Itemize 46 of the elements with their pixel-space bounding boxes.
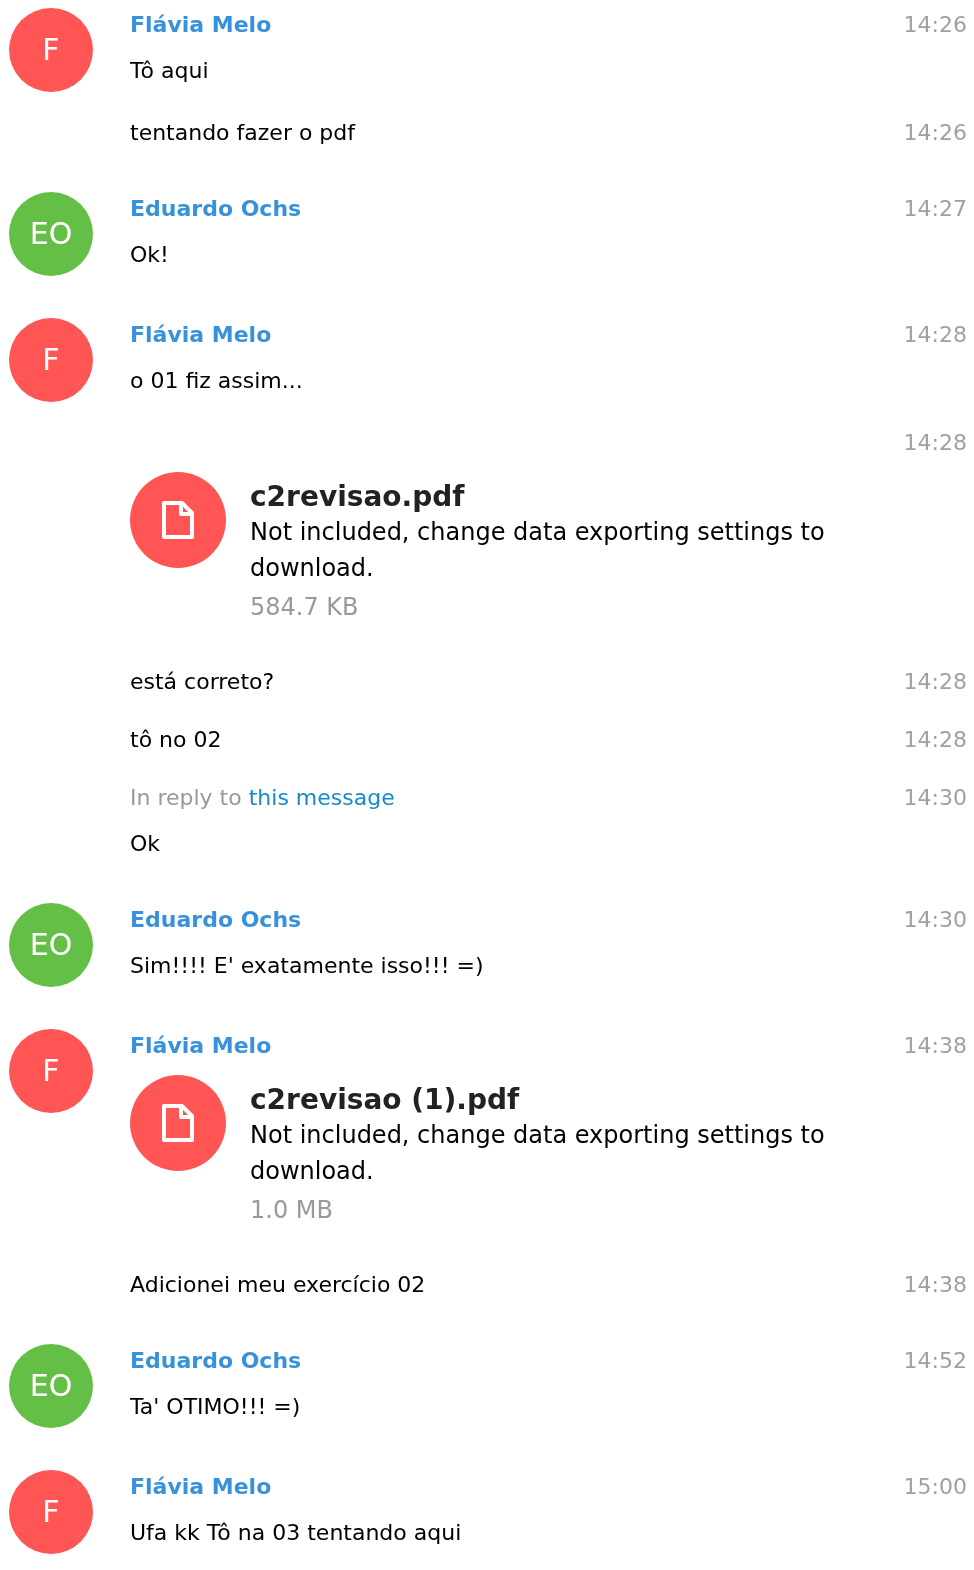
message-text: Tô aqui <box>130 57 210 85</box>
avatar-circle: EO <box>9 903 93 987</box>
message-link[interactable]: this message <box>248 785 395 810</box>
file-name: c2revisao.pdf <box>250 480 466 514</box>
sender-name: Eduardo Ochs <box>130 1347 302 1375</box>
message-time: 14:38 <box>903 1271 967 1299</box>
message-time: 14:28 <box>903 668 967 696</box>
sender-name: Eduardo Ochs <box>130 906 302 934</box>
message-text: Sim!!!! E' exatamente isso!!! =) <box>130 952 485 980</box>
sender-name: Flávia Melo <box>130 11 272 39</box>
message-time: 14:30 <box>903 906 967 934</box>
message-text: Ufa kk Tô na 03 tentando aqui <box>130 1519 463 1547</box>
sender-name: Flávia Melo <box>130 1473 272 1501</box>
file-name: c2revisao (1).pdf <box>250 1083 521 1117</box>
message-time: 14:28 <box>903 321 967 349</box>
avatar-circle: F <box>9 1029 93 1113</box>
file-note: Not included, change data exporting settings to download. <box>250 517 826 584</box>
message-text: o 01 fiz assim... <box>130 367 304 395</box>
reply-note: In reply to this message <box>130 784 395 812</box>
message-text: Adicionei meu exercício 02 <box>130 1271 426 1299</box>
message-time: 14:26 <box>903 11 967 39</box>
file-size: 584.7 KB <box>250 592 360 623</box>
file-size: 1.0 MB <box>250 1195 334 1226</box>
sender-name: Flávia Melo <box>130 1032 272 1060</box>
file-note: Not included, change data exporting settings to download. <box>250 1120 826 1187</box>
message-text: Ok! <box>130 241 170 269</box>
message-time: 14:28 <box>903 429 967 457</box>
message-time: 14:38 <box>903 1032 967 1060</box>
avatar-circle: F <box>9 8 93 92</box>
sender-name: Flávia Melo <box>130 321 272 349</box>
message-time: 15:00 <box>903 1473 967 1501</box>
sender-name: Eduardo Ochs <box>130 195 302 223</box>
message-text: Ok <box>130 830 162 858</box>
message-time: 14:28 <box>903 726 967 754</box>
avatar-circle: F <box>9 1470 93 1554</box>
message-text: está correto? <box>130 668 275 696</box>
message-time: 14:30 <box>903 784 967 812</box>
avatar-circle: EO <box>9 192 93 276</box>
message-text: tentando fazer o pdf <box>130 119 356 147</box>
message-time: 14:52 <box>903 1347 967 1375</box>
message-text: tô no 02 <box>130 726 222 754</box>
message-time: 14:26 <box>903 119 967 147</box>
message-time: 14:27 <box>903 195 967 223</box>
avatar-circle: EO <box>9 1344 93 1428</box>
avatar-circle: F <box>9 318 93 402</box>
message-text: Ta' OTIMO!!! =) <box>130 1393 302 1421</box>
